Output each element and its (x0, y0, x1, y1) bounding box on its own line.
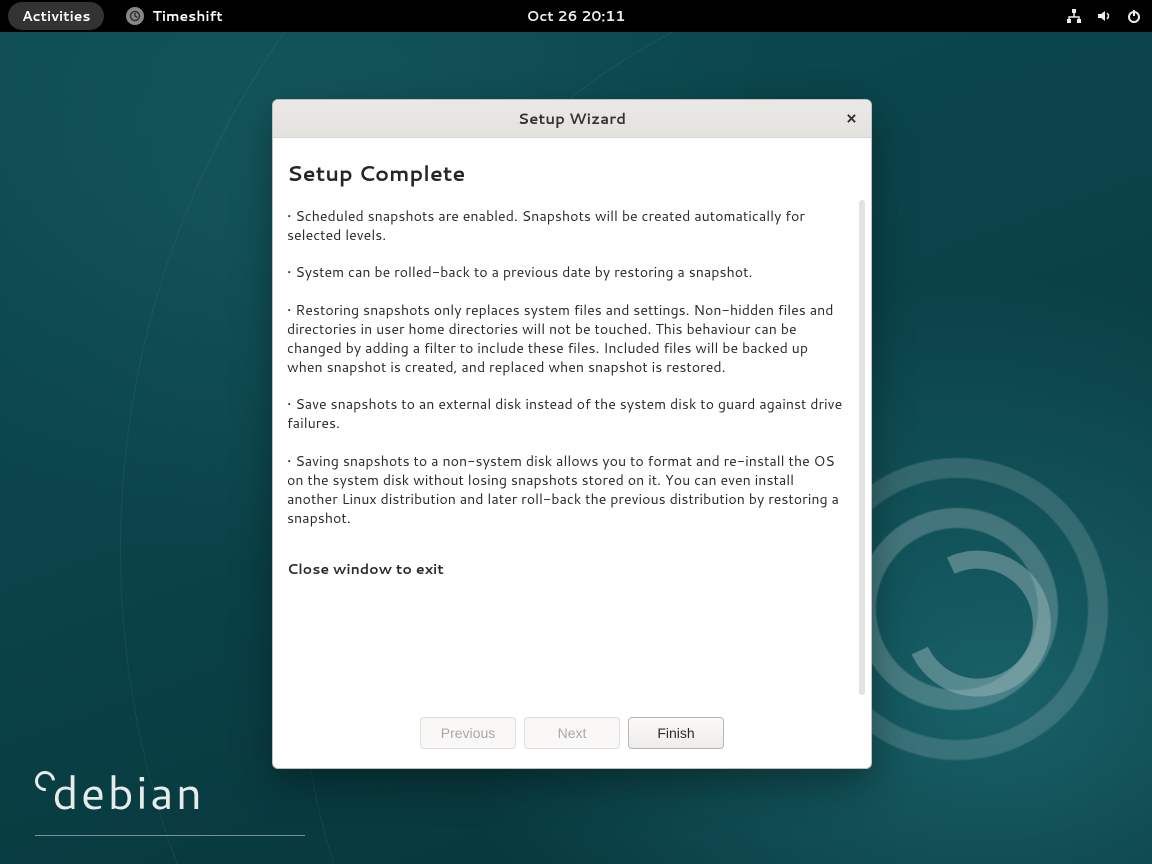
dialog-footer: Previous Next Finish (273, 706, 871, 768)
app-menu-label: Timeshift (152, 6, 222, 26)
setup-wizard-dialog: Setup Wizard Setup Complete • Scheduled … (272, 99, 872, 769)
bullet-item: • System can be rolled-back to a previou… (287, 262, 853, 281)
dialog-page: Setup Complete • Scheduled snapshots are… (273, 138, 871, 706)
next-button: Next (524, 717, 620, 749)
network-icon[interactable] (1066, 8, 1082, 24)
bullet-item: • Save snapshots to an external disk ins… (287, 394, 853, 432)
dialog-title: Setup Wizard (518, 108, 626, 129)
distro-name: debian (52, 759, 204, 824)
system-tray[interactable] (1066, 8, 1142, 24)
clock[interactable]: Oct 26 20:11 (527, 6, 626, 26)
exit-hint: Close window to exit (287, 559, 853, 578)
bullet-item: • Restoring snapshots only replaces syst… (287, 300, 853, 377)
distro-label: debian (35, 759, 204, 824)
app-menu[interactable]: Timeshift (126, 6, 222, 26)
top-bar: Activities Timeshift Oct 26 20:11 (0, 0, 1152, 32)
close-button[interactable] (841, 108, 861, 128)
power-icon[interactable] (1126, 8, 1142, 24)
dialog-titlebar[interactable]: Setup Wizard (273, 100, 871, 138)
volume-icon[interactable] (1096, 8, 1112, 24)
bullet-item: • Scheduled snapshots are enabled. Snaps… (287, 206, 853, 244)
scrollbar[interactable] (859, 200, 865, 695)
desktop-background: debian Activities Timeshift Oct 26 20:11… (0, 0, 1152, 864)
activities-button[interactable]: Activities (8, 2, 104, 30)
app-icon (126, 7, 144, 25)
page-body: • Scheduled snapshots are enabled. Snaps… (287, 206, 853, 578)
finish-button[interactable]: Finish (628, 717, 724, 749)
page-heading: Setup Complete (287, 158, 853, 188)
previous-button: Previous (420, 717, 516, 749)
bullet-item: • Saving snapshots to a non-system disk … (287, 451, 853, 528)
close-icon (846, 113, 857, 124)
